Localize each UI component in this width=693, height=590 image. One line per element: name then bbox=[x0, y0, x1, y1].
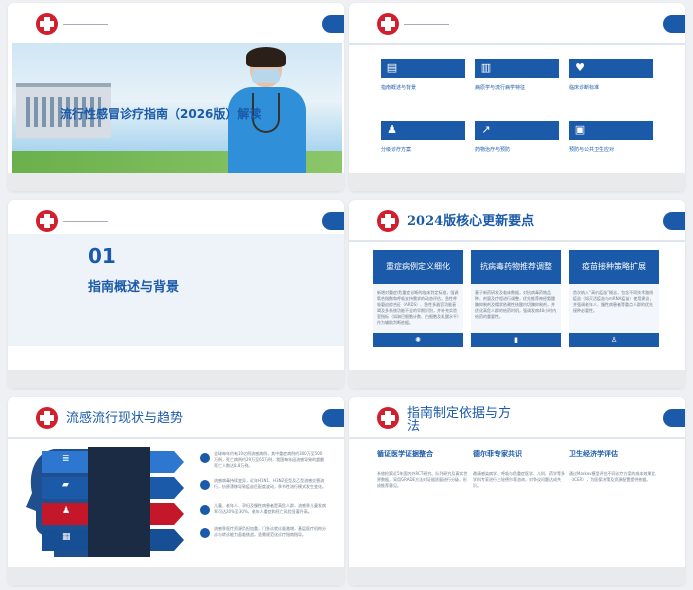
layers-icon: ≣ bbox=[62, 454, 70, 464]
corner-pill bbox=[663, 409, 685, 427]
slide-3-thumbnail[interactable]: 01 指南概述与背景 bbox=[8, 200, 344, 388]
hero-image: 流行性感冒诊疗指南（2026版）解读 bbox=[12, 43, 342, 173]
bullet-dot bbox=[200, 480, 210, 490]
divider bbox=[404, 24, 449, 25]
toc-card-5: ↗ bbox=[475, 121, 559, 140]
slide-6-thumbnail[interactable]: 指南制定依据与方法 循证医学证据整合 系统检索近5年国内外RCT研究、队列研究及… bbox=[349, 397, 685, 585]
footer-band bbox=[349, 173, 685, 191]
trend-icon: ↗ bbox=[481, 123, 491, 136]
slide-grid: 流行性感冒诊疗指南（2026版）解读 ▤ 指南概述与背景 ▥ 病原学与流行病学特… bbox=[0, 0, 693, 590]
update-column-2: 抗病毒药物推荐调整 基于新药研发及临床数据，对抗病毒药物品种、剂量及疗程进行调整… bbox=[471, 250, 561, 347]
header bbox=[349, 397, 685, 439]
column-body: 通过Markov模型评估不同诊疗方案的成本效果比（ICER），为医保决策及资源配… bbox=[569, 471, 656, 482]
bullet-dot bbox=[200, 505, 210, 515]
hospital-cross-icon bbox=[36, 407, 58, 429]
section-number: 01 bbox=[88, 244, 116, 268]
column-body: 邀请感染病学、呼吸与危重症医学、儿科、药学等多学科专家进行三轮德尔菲咨询，对争议… bbox=[473, 471, 565, 488]
slide-1-thumbnail[interactable]: 流行性感冒诊疗指南（2026版）解读 bbox=[8, 3, 344, 191]
slide-title: 2024版核心更新要点 bbox=[407, 214, 535, 229]
heart-icon: ♥ bbox=[575, 61, 585, 74]
trend-text-1: 全球每年约有10亿例流感病例，其中重症病例约300万至500万例，死亡病例约29… bbox=[214, 451, 325, 468]
toc-label-6: 预防与公共卫生应对 bbox=[569, 147, 615, 153]
sun-icon: ✺ bbox=[373, 333, 463, 347]
corner-pill bbox=[322, 212, 344, 230]
slide-2-thumbnail[interactable]: ▤ 指南概述与背景 ▥ 病原学与流行病学特征 ♥ 临床诊断标准 ♟ 分级诊疗方案… bbox=[349, 3, 685, 191]
user-icon: ♟ bbox=[387, 123, 397, 136]
person-icon: ♙ bbox=[569, 333, 659, 347]
divider bbox=[63, 221, 108, 222]
footer-band bbox=[8, 567, 344, 585]
box-icon: ▦ bbox=[62, 532, 71, 542]
people-icon: ♟ bbox=[62, 506, 71, 516]
battery-icon: ▮ bbox=[471, 333, 561, 347]
trend-text-2: 流感病毒持续变异，近年H1N1、H3N2亚型及乙型流感交替流行，抗原漂移导致疫苗… bbox=[214, 478, 326, 489]
header bbox=[349, 3, 685, 45]
slide-title: 流行性感冒诊疗指南（2026版）解读 bbox=[60, 107, 262, 121]
footer-band bbox=[349, 567, 685, 585]
slide-title: 流感流行现状与趋势 bbox=[66, 411, 184, 426]
toc-card-3: ♥ bbox=[569, 59, 653, 78]
slide-5-thumbnail[interactable]: 流感流行现状与趋势 ≣ ▰ ♟ ▦ 全球每年约有10亿例流感病例，其中重症病例约… bbox=[8, 397, 344, 585]
footer-band bbox=[8, 173, 344, 191]
divider bbox=[63, 24, 108, 25]
head-profile-graphic bbox=[26, 447, 184, 557]
method-column-1: 循证医学证据整合 系统检索近5年国内外RCT研究、队列研究及真实世界数据，采用G… bbox=[377, 449, 469, 489]
toc-label-2: 病原学与流行病学特征 bbox=[475, 85, 526, 91]
car-icon: ▰ bbox=[62, 480, 69, 490]
toc-card-1: ▤ bbox=[381, 59, 465, 78]
slide-4-thumbnail[interactable]: 2024版核心更新要点 重症病例定义细化 新增对重症/危重症诊断的临床判定标准，… bbox=[349, 200, 685, 388]
corner-pill bbox=[663, 15, 685, 33]
document-icon: ▤ bbox=[386, 61, 398, 74]
bullet-dot bbox=[200, 528, 210, 538]
section-title: 指南概述与背景 bbox=[88, 280, 180, 295]
footer-band bbox=[8, 370, 344, 388]
column-heading: 卫生经济学评估 bbox=[569, 450, 618, 458]
toc-card-6: ▣ bbox=[569, 121, 653, 140]
bullet-dot bbox=[200, 453, 210, 463]
corner-pill bbox=[322, 409, 344, 427]
hospital-cross-icon bbox=[377, 407, 399, 429]
trend-text-4: 流感季医疗资源负担加重，门急诊就诊量激增，基层医疗机构分诊与转诊能力面临挑战，亟… bbox=[214, 526, 326, 537]
slide-title: 指南制定依据与方法 bbox=[407, 406, 512, 434]
column-heading: 抗病毒药物推荐调整 bbox=[471, 250, 561, 284]
trend-text-3: 儿童、老年人、孕妇及慢性病患者是高危人群，流感季儿童发病率可达20%至30%，老… bbox=[214, 503, 326, 514]
corner-pill bbox=[663, 212, 685, 230]
toc-label-3: 临床诊断标准 bbox=[569, 85, 600, 91]
column-body: 首次纳入“高价疫苗”概念，包含不同技术路线疫苗（如灭活疫苗与mRNA疫苗）使用建… bbox=[573, 290, 654, 313]
update-column-3: 疫苗接种策略扩展 首次纳入“高价疫苗”概念，包含不同技术路线疫苗（如灭活疫苗与m… bbox=[569, 250, 659, 347]
column-heading: 德尔菲专家共识 bbox=[473, 450, 522, 458]
corner-pill bbox=[322, 15, 344, 33]
column-heading: 循证医学证据整合 bbox=[377, 450, 433, 458]
method-column-2: 德尔菲专家共识 邀请感染病学、呼吸与危重症医学、儿科、药学等多学科专家进行三轮德… bbox=[473, 449, 565, 489]
method-column-3: 卫生经济学评估 通过Markov模型评估不同诊疗方案的成本效果比（ICER），为… bbox=[569, 449, 661, 483]
hospital-cross-icon bbox=[36, 13, 58, 35]
column-heading: 疫苗接种策略扩展 bbox=[569, 250, 659, 284]
hospital-cross-icon bbox=[377, 13, 399, 35]
hospital-cross-icon bbox=[36, 210, 58, 232]
footer-band bbox=[349, 370, 685, 388]
column-body: 新增对重症/危重症诊断的临床判定标准，强调氧合指数和呼吸支持需求的动态评估，急性… bbox=[377, 290, 459, 325]
column-body: 基于新药研发及临床数据，对抗病毒药物品种、剂量及疗程进行调整，优先推荐神经氨酸酶… bbox=[475, 290, 557, 319]
column-body: 系统检索近5年国内外RCT研究、队列研究及真实世界数据，采用GRADE方法对证据… bbox=[377, 471, 468, 488]
chart-icon: ▥ bbox=[480, 61, 492, 74]
toc-label-4: 分级诊疗方案 bbox=[381, 147, 412, 153]
toc-label-5: 药物治疗与预防 bbox=[475, 147, 511, 153]
hospital-cross-icon bbox=[377, 210, 399, 232]
toc-card-4: ♟ bbox=[381, 121, 465, 140]
column-heading: 重症病例定义细化 bbox=[373, 250, 463, 284]
toc-card-2: ▥ bbox=[475, 59, 559, 78]
camera-icon: ▣ bbox=[574, 123, 586, 136]
toc-label-1: 指南概述与背景 bbox=[381, 85, 417, 91]
update-column-1: 重症病例定义细化 新增对重症/危重症诊断的临床判定标准，强调氧合指数和呼吸支持需… bbox=[373, 250, 463, 347]
